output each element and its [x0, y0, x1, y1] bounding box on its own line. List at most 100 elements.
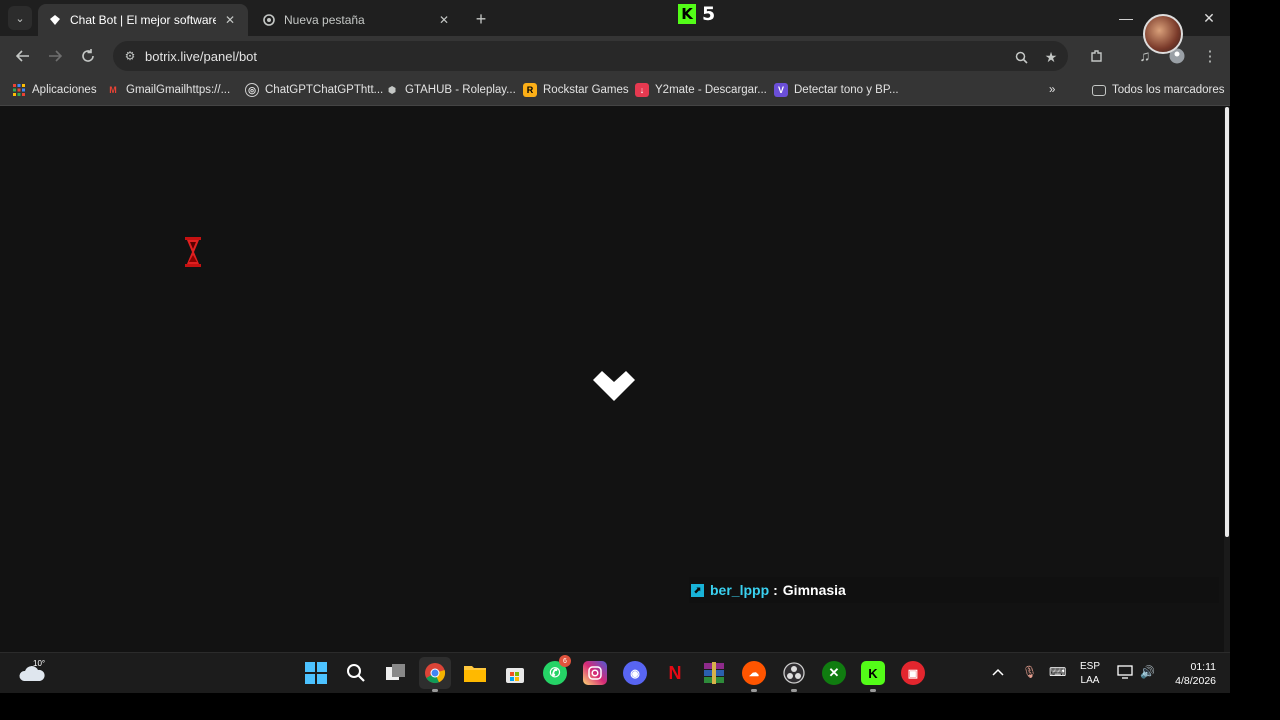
discord-button[interactable]: ◉ — [623, 661, 647, 685]
address-bar[interactable]: ⚙ botrix.live/panel/bot ★ — [113, 41, 1068, 71]
new-tab-button[interactable]: + — [470, 8, 492, 30]
scrollbar-thumb[interactable] — [1225, 107, 1229, 537]
kick-viewer-overlay: K 5 — [678, 3, 715, 25]
windows-taskbar: 10° ✆ 6 ◉ N ☁ ✕ K ▣ 🎙 ⌨ ESP LAA 🔊 01:11 … — [0, 652, 1230, 693]
notification-badge: 6 — [559, 655, 571, 667]
gmail-icon: M — [109, 85, 117, 95]
discord-icon: ◉ — [630, 667, 640, 680]
arrow-left-icon — [16, 50, 29, 62]
weather-temperature: 10° — [33, 659, 46, 668]
tab-new-tab[interactable]: Nueva pestaña ✕ — [252, 4, 462, 36]
bookmark-label: GmailGmailhttps://... — [126, 84, 231, 96]
bookmark-star-icon[interactable]: ★ — [1041, 47, 1061, 67]
gtahub-icon: ⬢ — [388, 84, 396, 95]
netflix-button[interactable]: N — [663, 661, 687, 685]
bookmark-label: ChatGPTChatGPThtt... — [265, 84, 384, 96]
instagram-button[interactable] — [583, 661, 607, 685]
chat-username: ber_lppp — [710, 582, 770, 598]
bookmarks-bar: Aplicaciones M GmailGmailhttps://... ◎ C… — [0, 74, 1230, 106]
hourglass-icon — [183, 237, 203, 272]
bookmark-y2mate[interactable]: ↓ Y2mate - Descargar... — [635, 82, 767, 98]
bookmark-detectar-tono[interactable]: V Detectar tono y BP... — [774, 82, 899, 98]
close-window-button[interactable]: ✕ — [1199, 8, 1219, 28]
volume-icon[interactable]: 🔊 — [1140, 665, 1155, 679]
obs-icon — [783, 662, 805, 684]
obs-button[interactable] — [782, 661, 806, 685]
more-bookmarks-button[interactable]: » — [1049, 82, 1055, 98]
all-bookmarks-folder[interactable]: Todos los marcadores — [1092, 82, 1225, 98]
chevron-up-icon — [992, 668, 1004, 676]
running-indicator — [791, 689, 797, 692]
keyboard-layout-label: LAA — [1080, 675, 1100, 686]
winrar-icon — [704, 662, 724, 684]
soundcloud-button[interactable]: ☁ — [742, 661, 766, 685]
v-icon: V — [774, 83, 788, 97]
bookmark-chatgpt[interactable]: ◎ ChatGPTChatGPThtt... — [245, 82, 383, 98]
soundcloud-icon: ☁ — [749, 667, 759, 679]
task-view-button[interactable] — [384, 661, 408, 685]
keyboard-icon[interactable]: ⌨ — [1049, 665, 1066, 679]
bookmark-gmail[interactable]: M GmailGmailhttps://... — [106, 82, 230, 98]
y2mate-icon: ↓ — [635, 83, 649, 97]
microsoft-store-button[interactable] — [503, 661, 527, 685]
bookmark-rockstar[interactable]: R Rockstar Games — [523, 82, 629, 98]
running-indicator — [751, 689, 757, 692]
site-settings-icon[interactable]: ⚙ — [119, 49, 141, 63]
forward-button[interactable] — [44, 45, 66, 67]
show-hidden-icons-button[interactable] — [992, 665, 1004, 679]
clock-date: 4/8/2026 — [1175, 675, 1216, 687]
close-tab-icon[interactable]: ✕ — [436, 13, 452, 27]
tab-search-button[interactable]: ⌄ — [8, 6, 32, 30]
microphone-icon[interactable]: 🎙 — [1022, 665, 1037, 679]
chrome-taskbar-button[interactable] — [419, 657, 451, 689]
xbox-icon: ✕ — [828, 665, 840, 680]
tab-chat-bot[interactable]: Chat Bot | El mejor software pa ✕ — [38, 4, 248, 36]
folder-icon — [1092, 84, 1106, 96]
arrow-right-icon — [49, 50, 62, 62]
chevron-down-icon: ⌄ — [15, 12, 25, 25]
file-explorer-button[interactable] — [463, 661, 487, 685]
chat-message: ⬈ ber_lppp : Gimnasia — [689, 577, 1219, 603]
bookmark-label: Detectar tono y BP... — [794, 84, 899, 96]
back-button[interactable] — [12, 45, 34, 67]
zoom-icon[interactable] — [1011, 47, 1031, 67]
url-text[interactable]: botrix.live/panel/bot — [145, 49, 257, 64]
language-indicator[interactable]: ESP LAA — [1080, 660, 1100, 688]
minimize-button[interactable]: — — [1116, 8, 1136, 28]
screen: ⌄ Chat Bot | El mejor software pa ✕ Nuev… — [0, 0, 1280, 720]
page-scrollbar[interactable] — [1224, 107, 1230, 652]
start-button[interactable] — [304, 661, 328, 685]
clock-time: 01:11 — [1190, 661, 1217, 673]
kick-button[interactable]: K — [861, 661, 885, 685]
bookmark-label: Aplicaciones — [32, 84, 97, 96]
xbox-button[interactable]: ✕ — [822, 661, 846, 685]
folder-icon — [464, 666, 486, 682]
browser-window: ⌄ Chat Bot | El mejor software pa ✕ Nuev… — [0, 0, 1230, 693]
system-clock[interactable]: 01:11 4/8/2026 — [1166, 660, 1216, 688]
task-view-icon — [386, 664, 405, 680]
page-content: ⬈ ber_lppp : Gimnasia — [3, 107, 1224, 652]
bookmark-label: Rockstar Games — [543, 84, 629, 96]
windows-logo-icon — [305, 662, 327, 684]
store-icon — [506, 668, 524, 683]
botrix-favicon-icon — [48, 13, 62, 27]
chat-message-text: Gimnasia — [782, 582, 846, 598]
bookmark-label: GTAHUB - Roleplay... — [405, 84, 516, 96]
menu-kebab-icon[interactable]: ⋮ — [1199, 45, 1221, 67]
network-icon[interactable] — [1117, 665, 1133, 682]
app-icon: ▣ — [907, 667, 919, 680]
all-bookmarks-label: Todos los marcadores — [1112, 84, 1225, 96]
chat-separator: : — [773, 582, 778, 598]
close-tab-icon[interactable]: ✕ — [222, 13, 238, 27]
browser-toolbar: ⚙ botrix.live/panel/bot ★ ♫ ⋮ — [0, 36, 1230, 74]
chat-user-badge-icon: ⬈ — [691, 583, 704, 597]
extensions-icon[interactable] — [1086, 45, 1108, 67]
bookmark-gtahub[interactable]: ⬢ GTAHUB - Roleplay... — [385, 82, 516, 98]
search-button[interactable] — [344, 661, 368, 685]
bookmark-apps[interactable]: Aplicaciones — [12, 82, 97, 98]
chrome-icon — [425, 663, 446, 684]
language-label: ESP — [1080, 661, 1101, 672]
winrar-button[interactable] — [702, 661, 726, 685]
reload-button[interactable] — [77, 45, 99, 67]
red-app-button[interactable]: ▣ — [901, 661, 925, 685]
